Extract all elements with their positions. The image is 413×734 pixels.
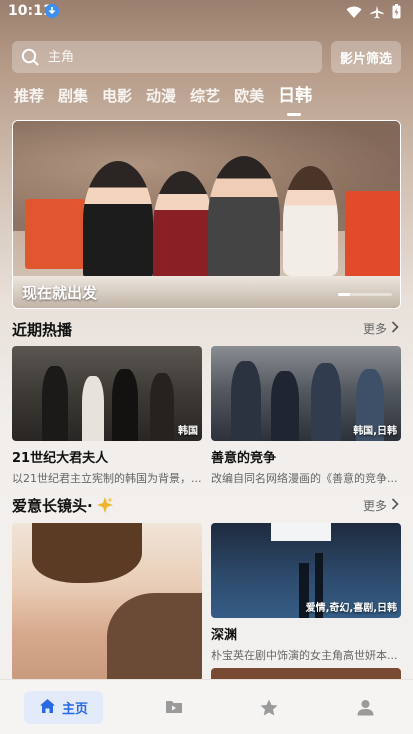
tab-anime[interactable]: 动漫 <box>146 84 176 112</box>
search-input[interactable] <box>48 41 308 73</box>
banner-person <box>283 166 338 276</box>
folder-icon[interactable] <box>165 699 183 718</box>
banner-person <box>83 161 153 281</box>
banner-caption: 现在就出发 <box>22 284 98 302</box>
more-link-recent[interactable]: 更多 <box>363 320 399 337</box>
banner-prop <box>345 191 400 281</box>
search-box[interactable] <box>12 41 322 73</box>
bottom-nav: 主页 <box>0 679 413 734</box>
genre-tag: 韩国,日韩 <box>353 426 397 437</box>
genre-tag: 爱情,奇幻,喜剧,日韩 <box>305 603 397 614</box>
tab-recommend[interactable]: 推荐 <box>14 84 44 112</box>
drama-description: 以21世纪君主立宪制的韩国为背景，... <box>12 472 202 485</box>
hero-banner[interactable]: 现在就出发 <box>12 120 401 309</box>
banner-person <box>208 156 280 281</box>
home-icon <box>39 698 56 718</box>
more-label: 更多 <box>362 322 387 336</box>
nav-home[interactable]: 主页 <box>24 691 103 724</box>
search-icon <box>21 48 39 70</box>
banner-pagination <box>338 293 392 296</box>
chevron-right-icon <box>391 321 399 336</box>
drama-title: 21世纪大君夫人 <box>12 451 109 466</box>
genre-tag: 韩国 <box>178 426 198 437</box>
more-link-love[interactable]: 更多 <box>363 497 399 514</box>
drama-title: 善意的竞争 <box>211 451 277 466</box>
drama-card[interactable]: 韩国,日韩 善意的竞争 改编自同名网络漫画的《善意的竞争... <box>211 346 401 486</box>
drama-card-peek <box>211 668 401 679</box>
section-title-love: 爱意长镜头· <box>12 495 114 518</box>
drama-thumbnail: 韩国,日韩 <box>211 346 401 441</box>
notification-icon <box>45 4 59 18</box>
tab-japan-korea[interactable]: 日韩 <box>278 84 312 116</box>
drama-thumbnail <box>12 523 202 681</box>
section-title-recent: 近期热播 <box>12 321 73 339</box>
more-label: 更多 <box>362 499 387 513</box>
drama-description: 朴宝英在剧中饰演的女主角高世妍本... <box>211 649 398 662</box>
battery-icon <box>392 4 401 23</box>
drama-thumbnail: 爱情,奇幻,喜剧,日韩 <box>211 523 401 618</box>
drama-card[interactable]: 爱情,奇幻,喜剧,日韩 深渊 朴宝英在剧中饰演的女主角高世妍本... <box>211 523 401 663</box>
category-tabs: 推荐 剧集 电影 动漫 综艺 欧美 日韩 <box>14 84 312 116</box>
tab-western[interactable]: 欧美 <box>234 84 264 112</box>
profile-icon[interactable] <box>357 699 374 720</box>
banner-prop <box>25 199 85 269</box>
wifi-icon <box>346 4 362 23</box>
chevron-right-icon <box>391 498 399 513</box>
star-icon[interactable] <box>260 699 278 720</box>
drama-title: 深渊 <box>211 628 238 643</box>
airplane-icon <box>370 4 384 23</box>
tab-series[interactable]: 剧集 <box>58 84 88 112</box>
drama-thumbnail: 韩国 <box>12 346 202 441</box>
section-title-text: 爱意长镜头· <box>12 497 93 515</box>
drama-card[interactable] <box>12 523 202 681</box>
drama-card[interactable]: 韩国 21世纪大君夫人 以21世纪君主立宪制的韩国为背景，... <box>12 346 202 486</box>
tab-movies[interactable]: 电影 <box>102 84 132 112</box>
sparkle-icon <box>96 496 114 518</box>
status-bar: 10:11 <box>0 0 413 26</box>
banner-person <box>153 171 213 286</box>
drama-description: 改编自同名网络漫画的《善意的竞争... <box>211 472 398 485</box>
tab-variety[interactable]: 综艺 <box>190 84 220 112</box>
nav-home-label: 主页 <box>61 702 88 717</box>
filter-button[interactable]: 影片筛选 <box>331 41 401 73</box>
